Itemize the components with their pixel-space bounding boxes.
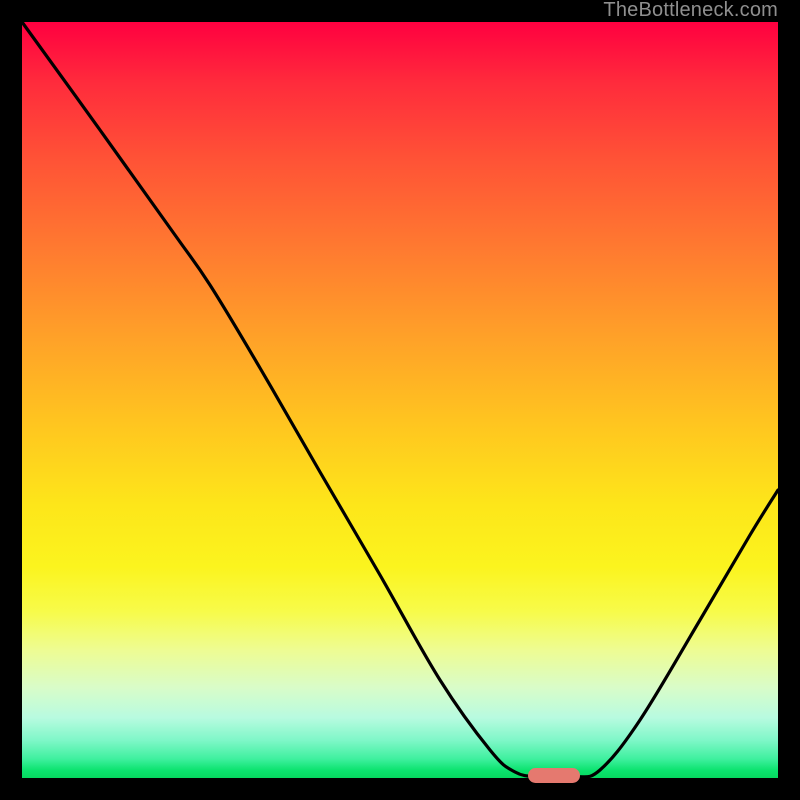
bottleneck-curve (0, 0, 800, 800)
chart-frame: TheBottleneck.com (0, 0, 800, 800)
optimal-range-marker (528, 768, 580, 783)
